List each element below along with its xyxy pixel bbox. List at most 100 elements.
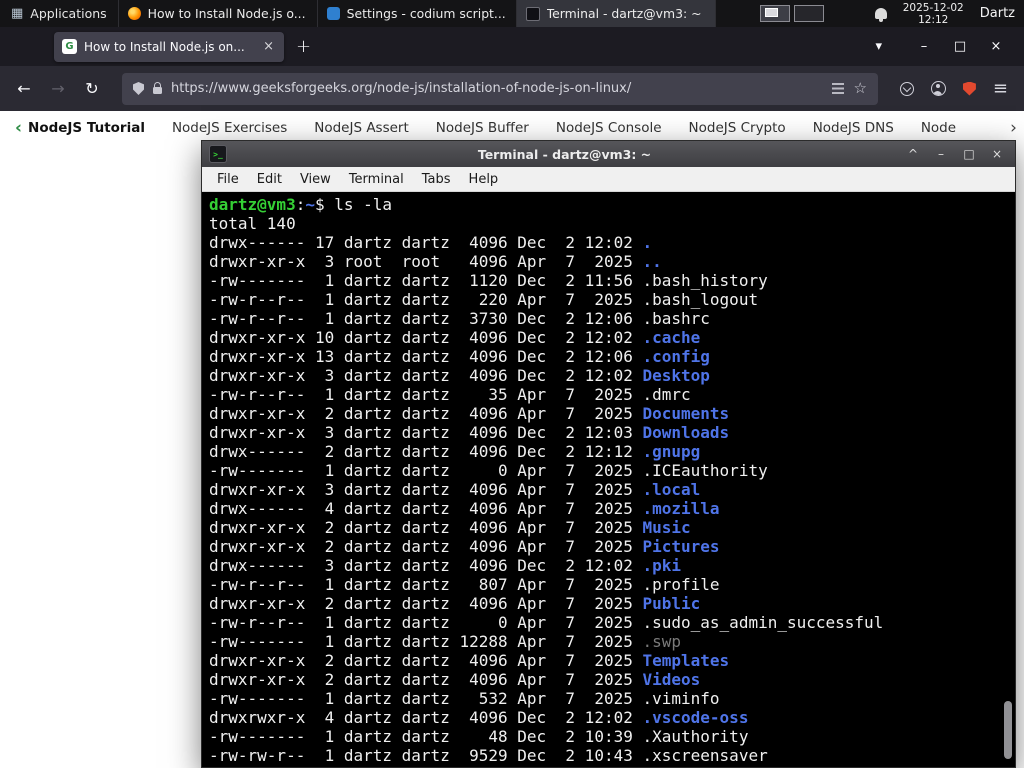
terminal-scrollbar[interactable] <box>1004 194 1013 765</box>
terminal-titlebar[interactable]: >_ Terminal - dartz@vm3: ~ ^ – □ × <box>202 141 1015 167</box>
terminal-command: ls -la <box>334 195 393 214</box>
site-nav-item[interactable]: NodeJS Crypto <box>689 120 786 136</box>
terminal-listing-line: -rw------- 1 dartz dartz 0 Apr 7 2025 .I… <box>209 461 1001 480</box>
terminal-close-button[interactable]: × <box>986 147 1008 161</box>
tab-close-icon[interactable]: × <box>261 39 276 54</box>
terminal-menu-item[interactable]: Tabs <box>413 172 460 187</box>
reload-button[interactable]: ↻ <box>80 79 104 98</box>
listing-attributes: -rw-r--r-- 1 dartz dartz 807 Apr 7 2025 <box>209 575 643 594</box>
terminal-maximize-button[interactable]: □ <box>958 147 980 161</box>
terminal-listing-line: drwxrwxr-x 4 dartz dartz 4096 Dec 2 12:0… <box>209 708 1001 727</box>
workspace-1[interactable] <box>759 5 790 22</box>
url-text[interactable]: https://www.geeksforgeeks.org/node-js/in… <box>171 81 823 96</box>
terminal-menu-item[interactable]: Help <box>460 172 508 187</box>
lock-icon[interactable] <box>153 82 162 94</box>
taskbar-button[interactable]: Settings - codium script... <box>318 0 517 27</box>
listing-filename: . <box>642 233 653 252</box>
terminal-menu-item[interactable]: Terminal <box>340 172 413 187</box>
listing-attributes: drwxr-xr-x 2 dartz dartz 4096 Apr 7 2025 <box>209 537 643 556</box>
hamburger-menu-icon[interactable]: ≡ <box>993 79 1008 98</box>
panel-clock[interactable]: 2025-12-02 12:12 <box>903 2 964 26</box>
list-all-tabs-icon[interactable]: ▾ <box>875 39 882 54</box>
listing-filename: .sudo_as_admin_successful <box>642 613 884 632</box>
listing-filename: .pki <box>642 556 682 575</box>
listing-filename: Documents <box>642 404 730 423</box>
panel-user-menu[interactable]: Dartz <box>980 6 1015 21</box>
listing-filename: .viminfo <box>642 689 720 708</box>
terminal-listing-line: -rw-r--r-- 1 dartz dartz 220 Apr 7 2025 … <box>209 290 1001 309</box>
account-icon[interactable] <box>930 81 946 96</box>
browser-minimize-button[interactable]: – <box>906 39 942 54</box>
listing-attributes: -rw------- 1 dartz dartz 532 Apr 7 2025 <box>209 689 643 708</box>
browser-close-button[interactable]: × <box>978 39 1014 54</box>
listing-filename: .bash_history <box>642 271 768 290</box>
taskbar-button-label: Terminal - dartz@vm3: ~ <box>546 6 702 21</box>
notification-bell-icon[interactable] <box>874 8 887 22</box>
site-nav-item[interactable]: NodeJS Assert <box>314 120 409 136</box>
taskbar-button[interactable]: Terminal - dartz@vm3: ~ <box>516 0 716 27</box>
extension-icon[interactable] <box>962 81 976 96</box>
listing-attributes: -rw------- 1 dartz dartz 12288 Apr 7 202… <box>209 632 643 651</box>
terminal-menubar: File Edit View Terminal Tabs Help <box>202 167 1015 192</box>
workspace-switcher <box>759 0 824 27</box>
pocket-icon[interactable] <box>899 81 914 96</box>
tab-title: How to Install Node.js on... <box>84 39 245 54</box>
terminal-output[interactable]: dartz@vm3:~$ ls -la total 140 drwx------ 1… <box>202 192 1015 767</box>
listing-filename: Templates <box>642 651 730 670</box>
chevron-right-icon[interactable]: › <box>1010 119 1017 137</box>
site-nav-item[interactable]: NodeJS Exercises <box>172 120 287 136</box>
applications-menu[interactable]: ▦ Applications <box>0 0 119 27</box>
url-bar[interactable]: https://www.geeksforgeeks.org/node-js/in… <box>122 72 878 105</box>
listing-filename: .gnupg <box>642 442 701 461</box>
listing-filename: .cache <box>642 328 701 347</box>
taskbar-button[interactable]: How to Install Node.js o... <box>119 0 318 27</box>
browser-toolbar: ← → ↻ https://www.geeksforgeeks.org/node… <box>0 66 1024 111</box>
terminal-menu-item[interactable]: Edit <box>248 172 291 187</box>
listing-attributes: drwx------ 3 dartz dartz 4096 Dec 2 12:0… <box>209 556 643 575</box>
site-nav-active-item[interactable]: ‹ NodeJS Tutorial <box>15 119 145 137</box>
terminal-menu-item[interactable]: View <box>291 172 340 187</box>
terminal-listing-line: drwxr-xr-x 2 dartz dartz 4096 Apr 7 2025… <box>209 404 1001 423</box>
listing-attributes: drwxr-xr-x 3 root root 4096 Apr 7 2025 <box>209 252 643 271</box>
terminal-listing-line: drwx------ 2 dartz dartz 4096 Dec 2 12:1… <box>209 442 1001 461</box>
taskbar-button-label: Settings - codium script... <box>346 6 506 21</box>
site-nav-active-label: NodeJS Tutorial <box>28 120 145 136</box>
terminal-prompt-line: dartz@vm3:~$ ls -la <box>209 195 1001 214</box>
terminal-menu-item[interactable]: File <box>208 172 248 187</box>
workspace-2[interactable] <box>793 5 824 22</box>
terminal-listing-line: -rw-r--r-- 1 dartz dartz 3730 Dec 2 12:0… <box>209 309 1001 328</box>
terminal-title: Terminal - dartz@vm3: ~ <box>477 146 652 162</box>
site-nav-item[interactable]: NodeJS DNS <box>813 120 894 136</box>
site-nav-item[interactable]: NodeJS Buffer <box>436 120 529 136</box>
applications-icon: ▦ <box>11 6 24 21</box>
terminal-listing-line: -rw-r--r-- 1 dartz dartz 35 Apr 7 2025 .… <box>209 385 1001 404</box>
listing-filename: .bash_logout <box>642 290 759 309</box>
terminal-listing-line: -rw-r--r-- 1 dartz dartz 807 Apr 7 2025 … <box>209 575 1001 594</box>
back-button[interactable]: ← <box>12 79 36 98</box>
browser-tab[interactable]: G How to Install Node.js on... × <box>54 31 284 62</box>
listing-filename: .ICEauthority <box>642 461 768 480</box>
terminal-scrollbar-thumb[interactable] <box>1004 701 1012 759</box>
terminal-shade-button[interactable]: ^ <box>902 147 924 161</box>
forward-button[interactable]: → <box>46 79 70 98</box>
reader-mode-icon[interactable] <box>832 83 845 94</box>
site-nav-item[interactable]: Node <box>921 120 956 136</box>
workspace-window-thumb <box>764 8 778 17</box>
browser-tab-bar: G How to Install Node.js on... × + ▾ – □… <box>0 27 1024 66</box>
terminal-minimize-button[interactable]: – <box>930 147 952 161</box>
listing-filename: Public <box>642 594 701 613</box>
listing-filename: .swp <box>642 632 682 651</box>
tracking-protection-shield-icon[interactable] <box>133 82 144 95</box>
bookmark-star-icon[interactable]: ☆ <box>853 81 866 96</box>
clock-date: 2025-12-02 <box>902 1 964 14</box>
listing-filename: .profile <box>642 575 720 594</box>
toolbar-right-icons: ≡ <box>896 79 1012 98</box>
listing-filename: .dmrc <box>642 385 691 404</box>
new-tab-button[interactable]: + <box>296 36 311 57</box>
site-nav-item[interactable]: NodeJS Console <box>556 120 662 136</box>
clock-time: 12:12 <box>918 13 949 26</box>
terminal-listing-line: -rw------- 1 dartz dartz 1120 Dec 2 11:5… <box>209 271 1001 290</box>
listing-filename: .bashrc <box>642 309 710 328</box>
browser-maximize-button[interactable]: □ <box>942 39 978 54</box>
terminal-listing-line: drwx------ 3 dartz dartz 4096 Dec 2 12:0… <box>209 556 1001 575</box>
